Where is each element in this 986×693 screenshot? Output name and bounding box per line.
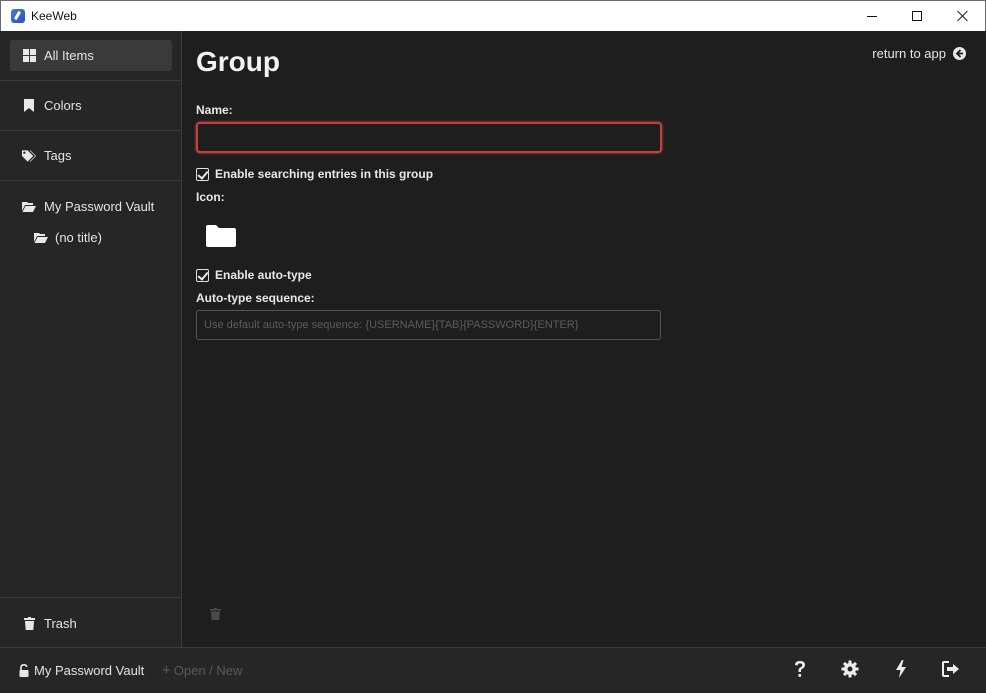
maximize-button[interactable] <box>894 1 940 31</box>
enable-autotype-checkbox[interactable] <box>196 268 209 282</box>
maximize-icon <box>912 11 922 21</box>
lightning-icon <box>895 659 907 683</box>
enable-search-checkbox[interactable] <box>196 167 209 181</box>
plus-icon: + <box>162 662 171 679</box>
return-link-label: return to app <box>872 46 946 61</box>
folder-icon[interactable] <box>205 224 237 248</box>
footer-bar: My Password Vault + Open / New <box>0 647 986 693</box>
generate-password-button[interactable] <box>890 659 912 683</box>
group-name-input[interactable] <box>196 122 662 153</box>
help-icon <box>793 660 807 683</box>
minimize-icon <box>867 15 877 17</box>
sidebar-section-tags: Tags <box>0 131 181 181</box>
sidebar-section-all: All Items <box>0 31 181 81</box>
delete-group-icon[interactable] <box>210 607 222 620</box>
footer-vault-name: My Password Vault <box>34 663 145 678</box>
sidebar-section-colors: Colors <box>0 81 181 131</box>
window-titlebar: KeeWeb <box>0 0 986 31</box>
window-title: KeeWeb <box>31 9 77 23</box>
unlock-icon <box>19 663 30 677</box>
sidebar-item-label: Colors <box>44 98 82 113</box>
grid-icon <box>22 49 36 63</box>
sidebar-item-colors[interactable]: Colors <box>10 90 172 121</box>
keeweb-logo-icon <box>11 9 25 23</box>
enable-search-label: Enable searching entries in this group <box>215 167 434 181</box>
enable-autotype-row[interactable]: Enable auto-type <box>196 268 312 282</box>
return-to-app-link[interactable]: return to app <box>872 46 966 61</box>
close-icon <box>957 10 969 22</box>
sidebar-item-label: Tags <box>44 148 72 163</box>
autotype-sequence-label: Auto-type sequence: <box>196 291 315 305</box>
arrow-circle-left-icon <box>953 47 966 60</box>
sidebar-item-no-title-group[interactable]: (no title) <box>34 227 102 247</box>
sidebar-section-trash: Trash <box>0 597 181 647</box>
minimize-button[interactable] <box>849 1 895 31</box>
tags-icon <box>22 149 36 163</box>
sidebar-item-label: My Password Vault <box>44 199 155 214</box>
trash-icon <box>22 617 36 631</box>
help-button[interactable] <box>789 660 811 682</box>
settings-icon <box>841 660 859 683</box>
sidebar-item-all-items[interactable]: All Items <box>10 40 172 71</box>
name-label: Name: <box>196 103 233 117</box>
sidebar: All Items Colors Tags My Password Vault … <box>0 31 182 647</box>
folder-open-icon <box>34 230 48 244</box>
sidebar-item-tags[interactable]: Tags <box>10 140 172 171</box>
footer-vault-button[interactable]: My Password Vault <box>19 663 144 678</box>
close-window-button[interactable] <box>940 1 986 31</box>
settings-button[interactable] <box>839 660 861 682</box>
open-new-label: Open / New <box>173 663 243 678</box>
lock-exit-button[interactable] <box>940 660 962 682</box>
folder-open-icon <box>22 200 36 214</box>
group-editor: Group return to app Name: Enable searchi… <box>182 31 986 647</box>
sign-out-icon <box>942 660 960 682</box>
icon-label: Icon: <box>196 190 225 204</box>
enable-search-row[interactable]: Enable searching entries in this group <box>196 167 433 181</box>
sidebar-item-label: Trash <box>44 616 77 631</box>
enable-autotype-label: Enable auto-type <box>215 268 312 282</box>
open-new-button[interactable]: + Open / New <box>162 663 242 678</box>
bookmark-icon <box>22 99 36 113</box>
sidebar-item-trash[interactable]: Trash <box>10 608 172 639</box>
autotype-sequence-input[interactable] <box>196 310 661 340</box>
page-title: Group <box>196 46 280 77</box>
sidebar-item-my-password-vault[interactable]: My Password Vault <box>10 191 172 222</box>
sidebar-item-label: All Items <box>44 48 94 63</box>
sidebar-subitem-label: (no title) <box>55 229 102 245</box>
